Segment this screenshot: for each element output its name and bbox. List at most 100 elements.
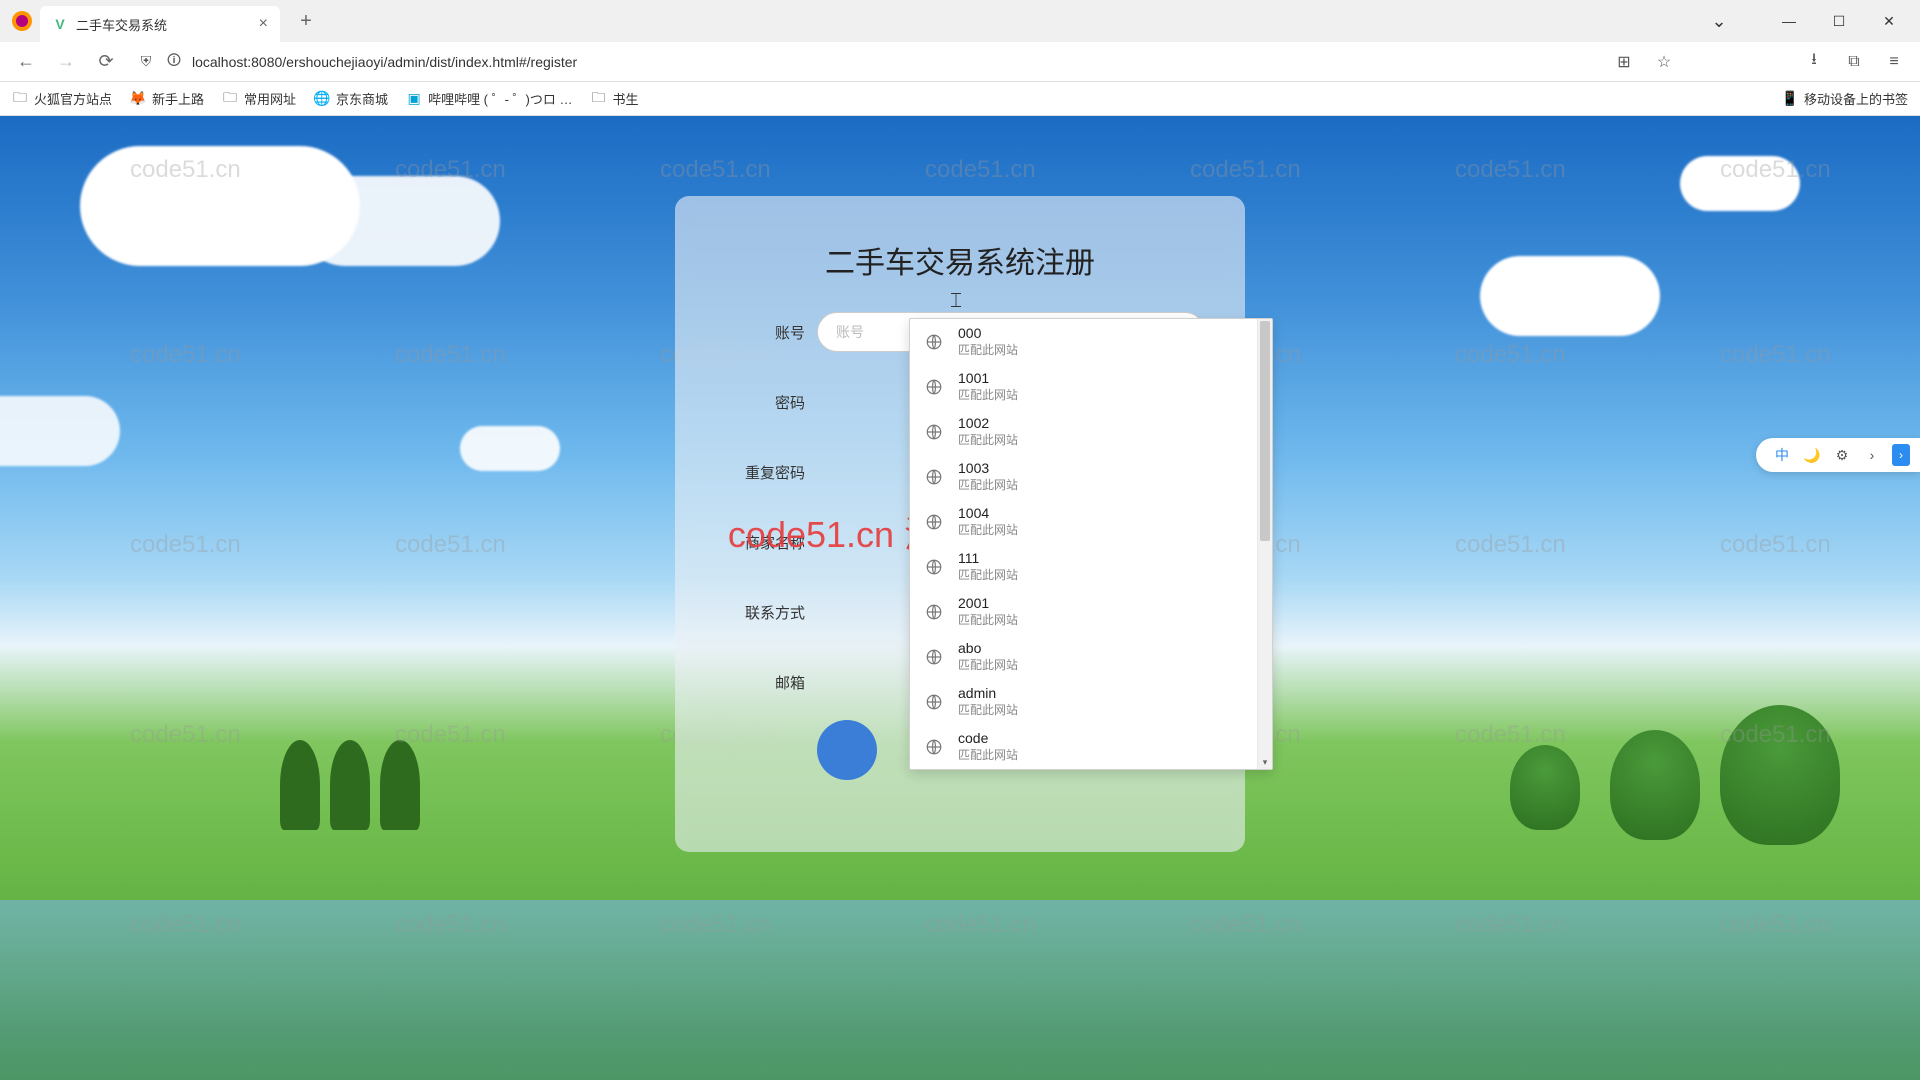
tab-title: 二手车交易系统 xyxy=(76,15,167,34)
tree-decoration xyxy=(330,740,370,830)
minimize-button[interactable]: — xyxy=(1766,5,1812,37)
mobile-bookmarks[interactable]: 📱移动设备上的书签 xyxy=(1782,89,1908,108)
globe-icon xyxy=(924,602,944,622)
lock-icon: 🛈 xyxy=(164,52,184,72)
autocomplete-item[interactable]: 1004匹配此网站 xyxy=(910,499,1257,544)
folder-icon: 🗀 xyxy=(12,91,28,107)
confirm-password-label: 重复密码 xyxy=(715,462,805,483)
autocomplete-main: abo xyxy=(958,640,1018,656)
autocomplete-sub: 匹配此网站 xyxy=(958,746,1018,763)
globe-icon xyxy=(924,557,944,577)
contact-label: 联系方式 xyxy=(715,602,805,623)
browser-tab[interactable]: V 二手车交易系统 × xyxy=(40,6,280,42)
autocomplete-main: admin xyxy=(958,685,1018,701)
autocomplete-item[interactable]: 1003匹配此网站 xyxy=(910,454,1257,499)
globe-icon: 🌐 xyxy=(314,91,330,107)
bookmark-star-icon[interactable]: ☆ xyxy=(1650,48,1678,76)
new-tab-button[interactable]: + xyxy=(292,7,320,35)
bookmark-item[interactable]: 🗀火狐官方站点 xyxy=(12,89,112,108)
globe-icon xyxy=(924,377,944,397)
autocomplete-sub: 匹配此网站 xyxy=(958,521,1018,538)
autocomplete-item[interactable]: 111匹配此网站 xyxy=(910,544,1257,589)
tab-close-icon[interactable]: × xyxy=(259,15,268,33)
cloud-decoration xyxy=(1480,256,1660,336)
autocomplete-sub: 匹配此网站 xyxy=(958,611,1018,628)
globe-icon xyxy=(924,512,944,532)
autocomplete-sub: 匹配此网站 xyxy=(958,386,1018,403)
ime-expand-button[interactable]: › xyxy=(1892,444,1910,466)
address-bar: ← → ⟳ ⛨ 🛈 localhost:8080/ershouchejiaoyi… xyxy=(0,42,1920,82)
bookmark-item[interactable]: 🗀常用网址 xyxy=(222,89,296,108)
ime-moon-icon[interactable]: 🌙 xyxy=(1802,445,1822,465)
shield-icon: ⛨ xyxy=(136,52,156,72)
globe-icon xyxy=(924,332,944,352)
back-button[interactable]: ← xyxy=(12,48,40,76)
reload-button[interactable]: ⟳ xyxy=(92,48,120,76)
bookmark-item[interactable]: 🦊新手上路 xyxy=(130,89,204,108)
merchant-label: 商家名称 xyxy=(715,532,805,553)
autocomplete-main: code xyxy=(958,730,1018,746)
scrollbar-thumb[interactable] xyxy=(1260,321,1270,541)
browser-chrome: V 二手车交易系统 × + ⌄ — ☐ ✕ ← → ⟳ ⛨ 🛈 localhos… xyxy=(0,0,1920,116)
autocomplete-main: 2001 xyxy=(958,595,1018,611)
autocomplete-item[interactable]: 1002匹配此网站 xyxy=(910,409,1257,454)
extensions-icon[interactable]: ⧉ xyxy=(1840,48,1868,76)
password-label: 密码 xyxy=(715,392,805,413)
maximize-button[interactable]: ☐ xyxy=(1816,5,1862,37)
autocomplete-scrollbar[interactable]: ▴ ▾ xyxy=(1257,319,1272,769)
bookmark-item[interactable]: 🌐京东商城 xyxy=(314,89,388,108)
autocomplete-sub: 匹配此网站 xyxy=(958,476,1018,493)
tree-decoration xyxy=(1720,705,1840,845)
mobile-icon: 📱 xyxy=(1782,91,1798,107)
firefox-logo-icon xyxy=(8,7,36,35)
autocomplete-main: 1002 xyxy=(958,415,1018,431)
globe-icon xyxy=(924,737,944,757)
autocomplete-dropdown: 000匹配此网站1001匹配此网站1002匹配此网站1003匹配此网站1004匹… xyxy=(909,318,1273,770)
window-controls: ⌄ — ☐ ✕ xyxy=(1696,5,1912,37)
autocomplete-item[interactable]: 000匹配此网站 xyxy=(910,319,1257,364)
ime-settings-icon[interactable]: ⚙ xyxy=(1832,445,1852,465)
autocomplete-item[interactable]: abo匹配此网站 xyxy=(910,634,1257,679)
vue-favicon-icon: V xyxy=(52,16,68,32)
ime-chevron-icon[interactable]: › xyxy=(1862,445,1882,465)
globe-icon xyxy=(924,467,944,487)
menu-icon[interactable]: ≡ xyxy=(1880,48,1908,76)
autocomplete-sub: 匹配此网站 xyxy=(958,656,1018,673)
account-label: 账号 xyxy=(715,322,805,343)
autocomplete-main: 1003 xyxy=(958,460,1018,476)
autocomplete-sub: 匹配此网站 xyxy=(958,566,1018,583)
qr-icon[interactable]: ⊞ xyxy=(1610,48,1638,76)
autocomplete-main: 000 xyxy=(958,325,1018,341)
email-label: 邮箱 xyxy=(715,672,805,693)
submit-button[interactable] xyxy=(817,720,877,780)
url-bar[interactable]: ⛨ 🛈 localhost:8080/ershouchejiaoyi/admin… xyxy=(132,46,1598,78)
bookmarks-bar: 🗀火狐官方站点 🦊新手上路 🗀常用网址 🌐京东商城 ▣哔哩哔哩 ( ゜- ゜)つ… xyxy=(0,82,1920,116)
downloads-icon[interactable]: ⭳ xyxy=(1800,48,1828,76)
autocomplete-item[interactable]: code匹配此网站 xyxy=(910,724,1257,769)
ime-language[interactable]: 中 xyxy=(1772,445,1792,465)
bookmark-item[interactable]: 🗀书生 xyxy=(591,89,639,108)
autocomplete-sub: 匹配此网站 xyxy=(958,431,1018,448)
autocomplete-item[interactable]: 2001匹配此网站 xyxy=(910,589,1257,634)
tree-decoration xyxy=(380,740,420,830)
folder-icon: 🗀 xyxy=(222,91,238,107)
globe-icon xyxy=(924,692,944,712)
globe-icon xyxy=(924,422,944,442)
cloud-decoration xyxy=(300,176,500,266)
autocomplete-main: 1004 xyxy=(958,505,1018,521)
bilibili-icon: ▣ xyxy=(406,91,422,107)
scroll-down-icon[interactable]: ▾ xyxy=(1258,755,1272,769)
firefox-icon: 🦊 xyxy=(130,91,146,107)
bookmark-item[interactable]: ▣哔哩哔哩 ( ゜- ゜)つロ … xyxy=(406,89,572,108)
tabs-dropdown-icon[interactable]: ⌄ xyxy=(1696,5,1742,37)
forward-button[interactable]: → xyxy=(52,48,80,76)
autocomplete-list: 000匹配此网站1001匹配此网站1002匹配此网站1003匹配此网站1004匹… xyxy=(910,319,1257,769)
url-text: localhost:8080/ershouchejiaoyi/admin/dis… xyxy=(192,54,577,70)
tree-decoration xyxy=(1510,745,1580,830)
autocomplete-item[interactable]: admin匹配此网站 xyxy=(910,679,1257,724)
cloud-decoration xyxy=(460,426,560,471)
close-window-button[interactable]: ✕ xyxy=(1866,5,1912,37)
autocomplete-sub: 匹配此网站 xyxy=(958,341,1018,358)
ime-toolbar[interactable]: 中 🌙 ⚙ › › xyxy=(1756,438,1920,472)
autocomplete-item[interactable]: 1001匹配此网站 xyxy=(910,364,1257,409)
